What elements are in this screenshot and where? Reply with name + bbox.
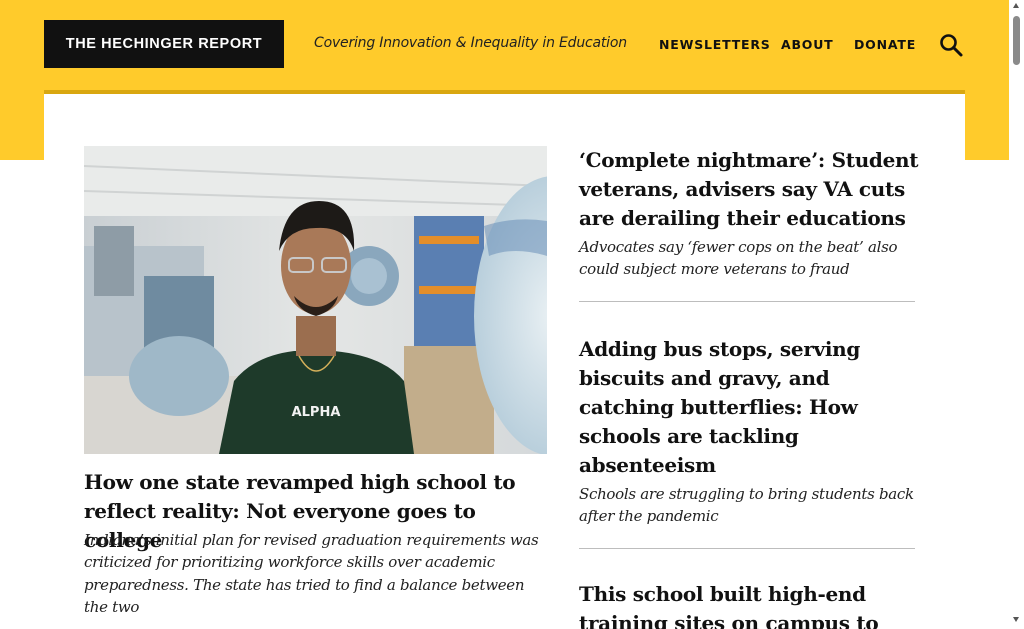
feature-photo-graphic: ALPHA: [84, 146, 547, 454]
nav-newsletters-link[interactable]: NEWSLETTERS: [659, 37, 771, 52]
story-divider: [579, 548, 915, 549]
side-story-3-headline[interactable]: This school built high-end training site…: [579, 580, 919, 629]
shirt-logo: ALPHA: [292, 405, 341, 420]
feature-photo[interactable]: ALPHA: [84, 146, 547, 454]
site-logo[interactable]: THE HECHINGER REPORT: [44, 20, 284, 68]
search-icon: [940, 34, 963, 57]
nav-about-link[interactable]: ABOUT: [781, 37, 834, 52]
scroll-up-arrow-icon[interactable]: [1013, 3, 1019, 8]
side-story-1-dek: Advocates say ‘fewer cops on the beat’ a…: [579, 238, 898, 279]
search-button[interactable]: [938, 32, 964, 58]
main-story-dek: Indiana’s initial plan for revised gradu…: [84, 531, 539, 616]
scroll-down-arrow-icon[interactable]: [1013, 617, 1019, 622]
nav-donate-link[interactable]: DONATE: [854, 37, 916, 52]
story-divider: [579, 301, 915, 302]
side-story-2-headline[interactable]: Adding bus stops, serving biscuits and g…: [579, 335, 919, 480]
side-story-2-dek: Schools are struggling to bring students…: [579, 485, 914, 526]
side-story-1-headline[interactable]: ‘Complete nightmare’: Student veterans, …: [579, 146, 919, 233]
scroll-thumb[interactable]: [1013, 16, 1020, 65]
page-scrollbar[interactable]: [1009, 0, 1024, 629]
site-tagline: Covering Innovation & Inequality in Educ…: [314, 35, 627, 51]
